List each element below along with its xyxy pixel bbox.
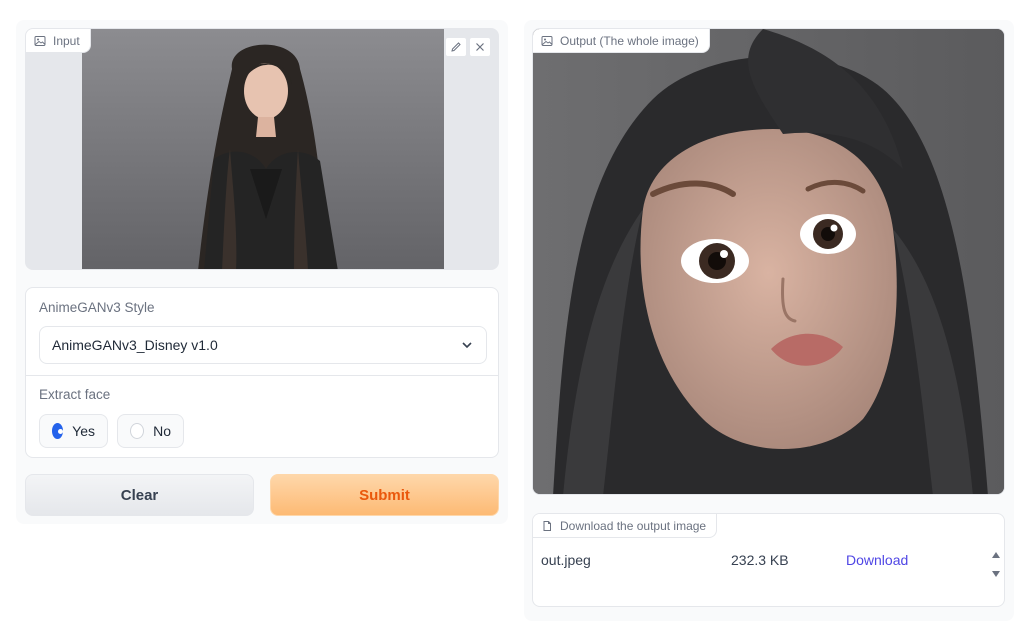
style-dropdown[interactable]: AnimeGANv3_Disney v1.0 <box>39 326 487 364</box>
file-icon <box>541 520 553 532</box>
output-image <box>533 29 1004 494</box>
chevron-down-icon <box>460 338 474 352</box>
input-label: Input <box>26 29 91 53</box>
image-icon <box>34 35 46 47</box>
clear-image-button[interactable] <box>469 37 491 57</box>
divider <box>26 375 498 376</box>
input-photo <box>82 29 444 269</box>
radio-unselected-icon <box>130 423 145 439</box>
file-name: out.jpeg <box>541 552 591 568</box>
radio-yes-label: Yes <box>72 423 95 439</box>
output-label-text: Output (The whole image) <box>560 33 699 48</box>
radio-selected-icon <box>52 423 64 439</box>
scroll-down-icon[interactable] <box>991 565 1001 577</box>
pencil-icon <box>450 41 462 53</box>
image-icon <box>541 35 553 47</box>
radio-no[interactable]: No <box>117 414 184 448</box>
download-label-text: Download the output image <box>560 518 707 533</box>
close-icon <box>474 41 486 53</box>
download-panel: Download the output image out.jpeg 232.3… <box>532 513 1005 607</box>
input-label-text: Input <box>53 33 80 48</box>
output-image-panel: Output (The whole image) <box>532 28 1005 495</box>
file-size: 232.3 KB <box>731 552 789 568</box>
radio-yes[interactable]: Yes <box>39 414 108 448</box>
radio-no-label: No <box>153 423 171 439</box>
input-image-panel[interactable]: Input <box>25 28 499 270</box>
style-label: AnimeGANv3 Style <box>39 300 155 315</box>
download-label: Download the output image <box>533 514 718 538</box>
scroll-up-icon[interactable] <box>991 546 1001 558</box>
edit-button[interactable] <box>445 37 467 57</box>
submit-button[interactable]: Submit <box>270 474 499 516</box>
extract-face-label: Extract face <box>39 387 111 402</box>
settings-panel: AnimeGANv3 Style AnimeGANv3_Disney v1.0 … <box>25 287 499 458</box>
style-dropdown-value: AnimeGANv3_Disney v1.0 <box>52 337 218 353</box>
output-label: Output (The whole image) <box>533 29 710 53</box>
file-row: out.jpeg 232.3 KB Download <box>533 550 1004 572</box>
download-link[interactable]: Download <box>846 552 908 568</box>
clear-button[interactable]: Clear <box>25 474 254 516</box>
